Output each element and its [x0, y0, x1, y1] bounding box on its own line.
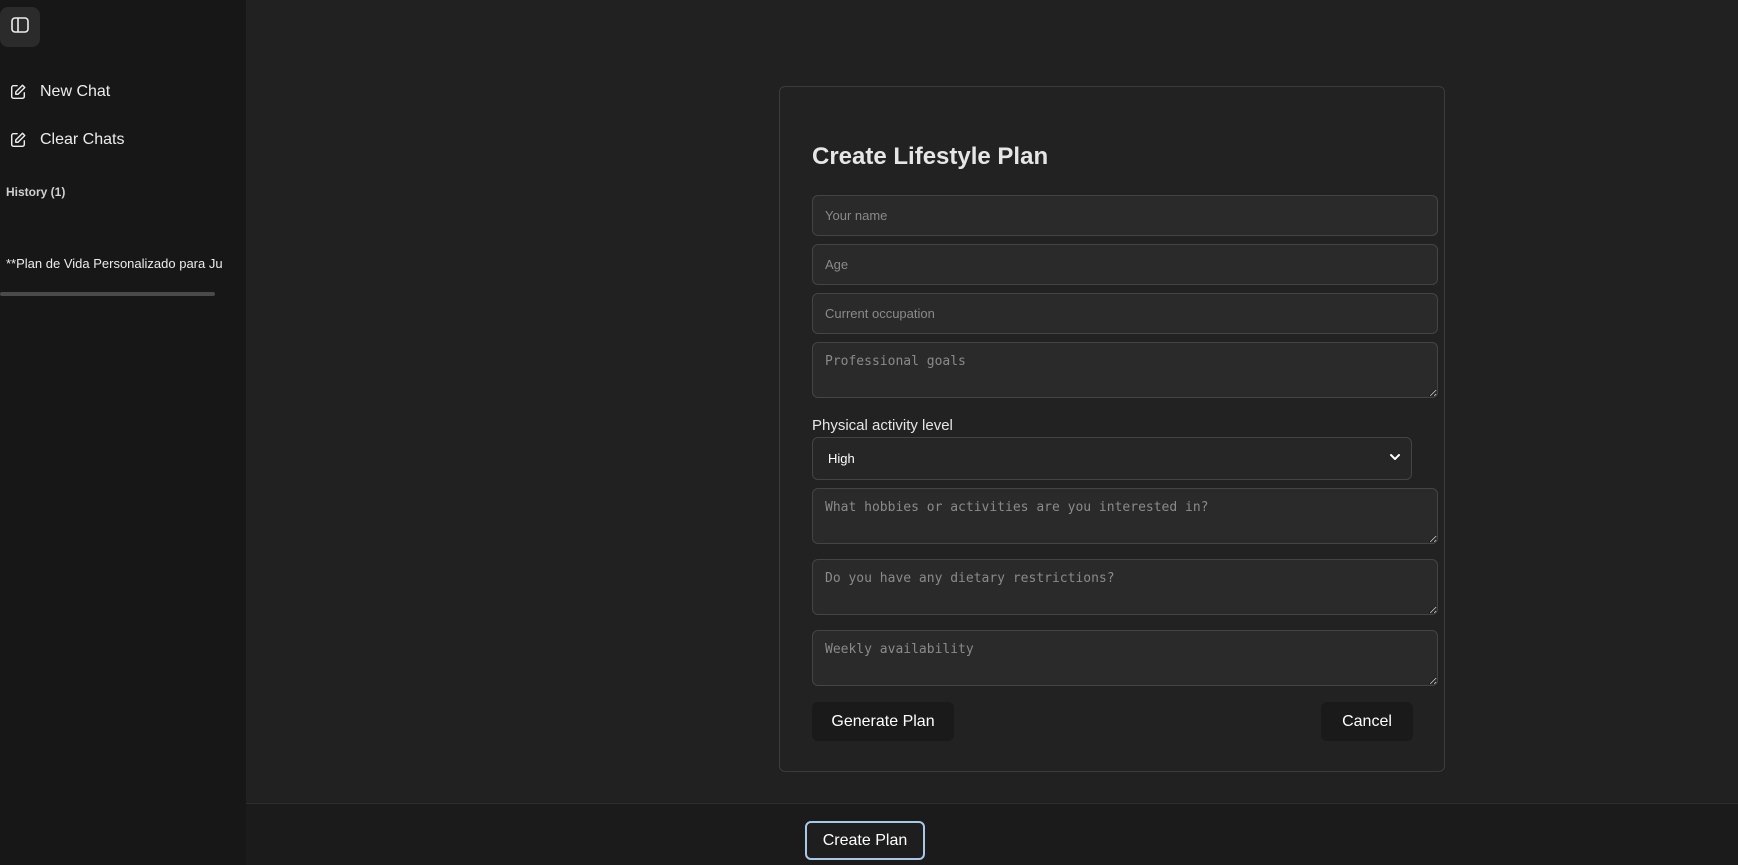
generate-plan-button[interactable]: Generate Plan: [812, 702, 954, 741]
activity-level-label: Physical activity level: [812, 417, 953, 434]
sidebar-panel-icon: [10, 15, 30, 40]
clear-chats-label: Clear Chats: [40, 131, 125, 148]
dietary-restrictions-textarea[interactable]: [812, 559, 1438, 615]
new-chat-label: New Chat: [40, 83, 111, 100]
sidebar-toggle-button[interactable]: [0, 7, 40, 47]
modal-title: Create Lifestyle Plan: [812, 143, 1049, 170]
clear-chats-button[interactable]: Clear Chats: [8, 126, 124, 154]
pencil-square-icon: [8, 82, 28, 102]
activity-level-select[interactable]: High: [812, 437, 1412, 480]
lifestyle-plan-modal: Create Lifestyle Plan Physical activity …: [779, 86, 1445, 772]
history-heading: History (1): [6, 185, 66, 199]
occupation-input[interactable]: [812, 293, 1438, 334]
activity-level-value: High: [828, 451, 855, 466]
new-chat-button[interactable]: New Chat: [8, 78, 110, 106]
main-area: Create Lifestyle Plan Physical activity …: [246, 0, 1738, 803]
weekly-availability-textarea[interactable]: [812, 630, 1438, 686]
cancel-button[interactable]: Cancel: [1321, 702, 1413, 741]
app-root: New Chat Clear Chats History (1) **Plan …: [0, 0, 1738, 865]
history-item[interactable]: **Plan de Vida Personalizado para Ju: [6, 256, 238, 271]
name-input[interactable]: [812, 195, 1438, 236]
footer-bar: Create Plan: [246, 803, 1738, 865]
professional-goals-textarea[interactable]: [812, 342, 1438, 398]
sidebar: New Chat Clear Chats History (1) **Plan …: [0, 0, 246, 865]
age-input[interactable]: [812, 244, 1438, 285]
create-plan-button[interactable]: Create Plan: [805, 821, 925, 860]
chevron-down-icon: [1389, 451, 1401, 466]
hobbies-textarea[interactable]: [812, 488, 1438, 544]
horizontal-scrollbar[interactable]: [0, 292, 215, 296]
pencil-square-icon: [8, 130, 28, 150]
